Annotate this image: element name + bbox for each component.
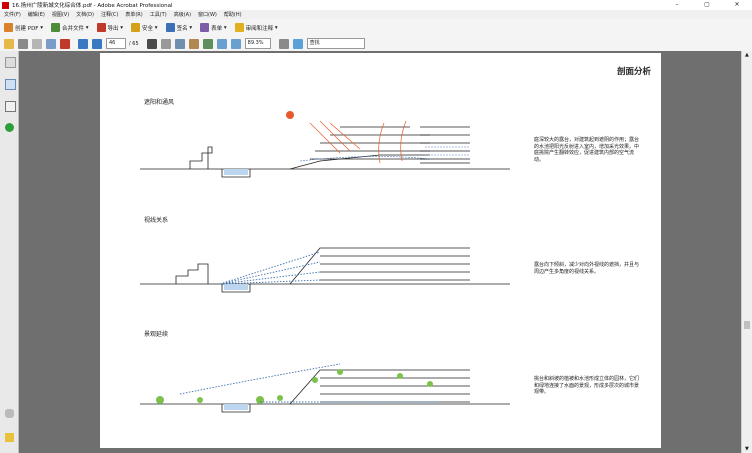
section-text-shading: 庭深较大的露台，对建筑起到遮阴的作用；露台的水池把阳光反射进入室内，增加采光效果… — [534, 137, 640, 163]
review-comment-button[interactable]: 审阅和注释 ▾ — [234, 23, 278, 32]
menu-window[interactable]: 窗口(W) — [198, 11, 217, 18]
find-input[interactable]: 查找 — [306, 38, 365, 49]
vertical-scrollbar[interactable]: ▲ ▼ — [741, 51, 752, 453]
zoom-out-icon[interactable] — [216, 38, 227, 49]
navigation-toolbar: 46 / 65 89.3% 查找 — [0, 36, 752, 52]
menu-forms[interactable]: 表单(R) — [125, 11, 142, 18]
acrobat-app-icon — [2, 1, 9, 9]
select-tool-icon[interactable] — [146, 38, 157, 49]
menu-comments[interactable]: 注释(C) — [101, 11, 118, 18]
sun-icon — [286, 111, 294, 119]
navigation-pane — [0, 51, 19, 453]
bookmarks-icon[interactable] — [5, 79, 16, 90]
pdf-page: 剖面分析 遮阳和通风 视线关系 景观延续 庭深较大的露台，对建筑起到遮阴的作用；… — [100, 53, 661, 448]
attachment-icon[interactable] — [5, 409, 14, 418]
water-pool — [224, 404, 248, 410]
menu-view[interactable]: 视图(V) — [52, 11, 69, 18]
menu-help[interactable]: 帮助(H) — [224, 11, 242, 18]
menu-edit[interactable]: 编辑(E) — [28, 11, 45, 18]
print-icon[interactable] — [18, 38, 28, 49]
open-folder-icon[interactable] — [4, 38, 14, 49]
combine-files-button[interactable]: 合并文件 ▾ — [50, 23, 89, 32]
menu-document[interactable]: 文档(D) — [76, 11, 94, 18]
page-heading: 剖面分析 — [616, 67, 651, 77]
acrobat-icon[interactable] — [60, 38, 70, 49]
scroll-down-icon[interactable]: ▼ — [745, 446, 749, 452]
sign-button[interactable]: 签名 ▾ — [165, 23, 192, 32]
window-title: 16.扬州广陵新城文化综合体.pdf - Adobe Acrobat Profe… — [12, 3, 173, 9]
form-icon — [200, 23, 210, 32]
combine-icon — [50, 23, 60, 32]
help-icon[interactable] — [5, 123, 14, 132]
section-diagram-landscape — [140, 363, 510, 413]
zoom-tool-icon[interactable] — [174, 38, 185, 49]
section-text-landscape: 挑台和斜坡的植被和水池形成立体的园林，它们和绿地连接了水面的景观，形成多层次的城… — [534, 376, 640, 395]
minimize-icon[interactable]: – — [662, 0, 692, 10]
export-icon — [96, 23, 106, 32]
water-pool — [224, 284, 248, 290]
signatures-icon[interactable] — [5, 101, 16, 112]
title-bar: 16.扬州广陵新城文化综合体.pdf - Adobe Acrobat Profe… — [0, 0, 752, 10]
save-icon[interactable] — [32, 38, 42, 49]
zoom-level-input[interactable]: 89.3% — [244, 38, 271, 49]
snapshot-icon[interactable] — [188, 38, 199, 49]
section-title-landscape: 景观延续 — [144, 331, 169, 338]
security-button[interactable]: 安全 ▾ — [131, 23, 158, 32]
rotate-icon[interactable] — [292, 38, 303, 49]
fit-width-icon[interactable] — [278, 38, 289, 49]
comment-icon — [234, 23, 244, 32]
pen-icon — [165, 23, 175, 32]
create-pdf-button[interactable]: 创建 PDF ▾ — [4, 23, 43, 32]
zoom-in-icon[interactable] — [230, 38, 241, 49]
menu-tools[interactable]: 工具(T) — [150, 11, 167, 18]
export-button[interactable]: 导出 ▾ — [96, 23, 123, 32]
lock-icon — [131, 23, 141, 32]
previous-page-icon[interactable] — [78, 38, 88, 49]
menu-file[interactable]: 文件(F) — [4, 11, 21, 18]
menu-bar: 文件(F) 编辑(E) 视图(V) 文档(D) 注释(C) 表单(R) 工具(T… — [0, 10, 752, 19]
maximize-icon[interactable]: ▢ — [692, 0, 722, 10]
section-title-sightlines: 视线关系 — [144, 217, 169, 224]
comments-panel-icon[interactable] — [5, 433, 14, 442]
close-icon[interactable]: ✕ — [722, 0, 752, 10]
section-diagram-sightlines — [140, 247, 510, 293]
hand-tool-icon[interactable] — [160, 38, 171, 49]
email-icon[interactable] — [46, 38, 56, 49]
page-total: / 65 — [129, 40, 139, 47]
task-toolbar: 创建 PDF ▾ 合并文件 ▾ 导出 ▾ 安全 ▾ 签名 ▾ 表单 ▾ 审阅和注… — [0, 19, 752, 37]
section-text-sightlines: 露台向下倾斜，减少对向外视线的遮挡，并且与周边产生多角度的视线关系。 — [534, 262, 640, 275]
create-pdf-icon — [4, 23, 13, 32]
pages-panel-icon[interactable] — [5, 57, 16, 68]
forms-button[interactable]: 表单 ▾ — [200, 23, 227, 32]
fit-page-icon[interactable] — [202, 38, 213, 49]
next-page-icon[interactable] — [92, 38, 102, 49]
scroll-thumb[interactable] — [744, 321, 750, 329]
window-controls: – ▢ ✕ — [662, 0, 752, 10]
page-number-input[interactable]: 46 — [106, 38, 126, 49]
section-diagram-shading — [140, 111, 510, 178]
menu-advanced[interactable]: 高级(A) — [174, 11, 191, 18]
scroll-up-icon[interactable]: ▲ — [745, 52, 749, 58]
sightline-arrows — [219, 251, 321, 285]
water-pool — [224, 169, 248, 175]
